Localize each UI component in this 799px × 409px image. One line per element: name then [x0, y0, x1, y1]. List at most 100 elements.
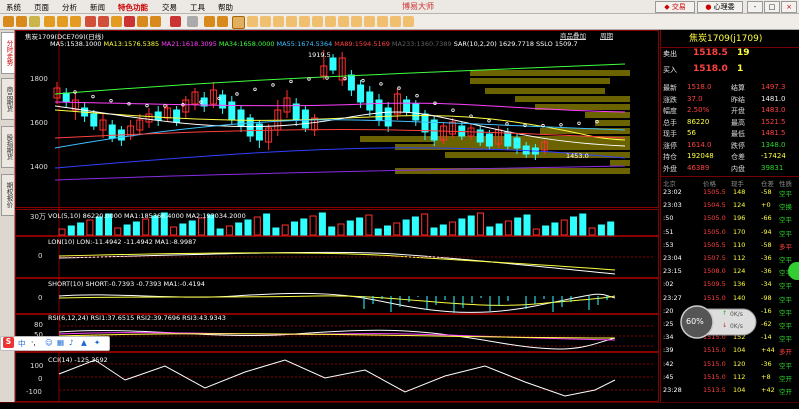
sar-dot [451, 108, 455, 112]
tick-cell: 23:02 [663, 188, 682, 196]
menu-item-tools[interactable]: 工具 [190, 2, 205, 13]
period-9-icon[interactable] [351, 16, 362, 27]
ruler-icon[interactable] [137, 16, 148, 27]
tick-cell: -58 [761, 240, 772, 249]
period-1-icon[interactable] [247, 16, 258, 27]
candle-body [412, 103, 420, 121]
sidebar-tab-timeshare[interactable]: 分时走势 [1, 32, 15, 74]
menu-item-system[interactable]: 系统 [6, 2, 21, 13]
volume-bar [551, 222, 559, 236]
ime-settings-icon[interactable]: ✦ [94, 338, 100, 347]
tick-cell: 110 [733, 240, 746, 249]
period-7-icon[interactable] [325, 16, 336, 27]
candle-body [219, 94, 227, 109]
sar-dot [109, 98, 113, 103]
tab-overlay[interactable]: 商品叠加 [560, 30, 586, 40]
period-12-icon[interactable] [390, 16, 401, 27]
tick-cell: 空开 [779, 374, 792, 383]
sidebar-tab-options[interactable]: 期权报价 [1, 174, 15, 216]
back-icon[interactable] [3, 16, 14, 27]
window-icon[interactable] [217, 16, 228, 27]
menu-item-analysis[interactable]: 分析 [62, 2, 77, 13]
volume-bar [235, 222, 243, 236]
menu-item-page[interactable]: 页面 [34, 2, 49, 13]
period-day-icon[interactable] [232, 16, 245, 29]
chart-icon[interactable] [98, 16, 109, 27]
ime-skin-icon[interactable]: ▲ [81, 338, 87, 347]
period-5-icon[interactable] [299, 16, 310, 27]
tick-row: :45 1515.0 112 +8 空开 [661, 372, 799, 383]
tick-cell: 1504.5 [703, 201, 726, 210]
trade-button[interactable]: ◆ 交易 [655, 1, 695, 13]
home-icon[interactable] [29, 16, 40, 27]
tick-row: :39 1515.0 104 +44 多开 [661, 345, 799, 356]
volume-bar [198, 217, 205, 236]
period-2-icon[interactable] [260, 16, 271, 27]
upload-speed: 0K/s [730, 311, 743, 318]
tick-cell: :51 [663, 227, 674, 236]
period-6-icon[interactable] [312, 16, 323, 27]
period-11-icon[interactable] [377, 16, 388, 27]
grid-icon[interactable] [150, 16, 161, 27]
maximize-button[interactable]: □ [764, 1, 780, 13]
quote-icon[interactable] [44, 16, 55, 27]
ime-toolbar[interactable]: S 中 ·, ☺ ▦ ♪ ▲ ✦ [0, 336, 110, 351]
bid-volume: 1 [737, 64, 744, 74]
vol-indicator-text: VOL(5,10) 86220.0000 MA1:185366.4000 MA2… [48, 212, 246, 220]
period-10-icon[interactable] [364, 16, 375, 27]
period-4-icon[interactable] [286, 16, 297, 27]
login-button[interactable]: ● 心理委 [697, 1, 743, 13]
tick-cell: :45 [663, 372, 674, 381]
volume-bar [67, 225, 75, 236]
volume-bar [291, 221, 298, 236]
tick-cell: :02 [663, 280, 674, 289]
minimize-button[interactable]: - [747, 1, 763, 13]
menu-item-help[interactable]: 帮助 [218, 2, 233, 13]
ma-values: MA5:1538.1000 MA13:1576.5385 MA21:1618.309… [50, 40, 580, 48]
tick-cell: 空换 [779, 203, 792, 212]
ime-logo-icon: S [3, 337, 14, 348]
volume-bar [58, 228, 66, 236]
zoom-out-icon[interactable] [70, 16, 81, 27]
sidebar-tab-index-futures[interactable]: 股指期货 [1, 126, 15, 168]
period-8-icon[interactable] [338, 16, 349, 27]
ma-value: SAR(10,2,20) 1629.7718 [453, 40, 535, 48]
period-13-icon[interactable] [403, 16, 414, 27]
layout-icon[interactable] [204, 16, 215, 27]
volume-bar [439, 224, 447, 236]
quote-stat-cell: 结算 [731, 84, 745, 92]
quote-stat-row: 总手 86220 最高 1521.5 [661, 117, 799, 127]
ime-punct[interactable]: ·, [31, 338, 36, 347]
quote-stat-cell: 最新 [663, 84, 677, 92]
zoom-in-icon[interactable] [57, 16, 68, 27]
ime-voice-icon[interactable]: ♪ [69, 338, 74, 347]
ime-emoji-icon[interactable]: ☺ [45, 338, 53, 347]
forward-icon[interactable] [16, 16, 27, 27]
period-3-icon[interactable] [273, 16, 284, 27]
menu-item-trade[interactable]: 交易 [162, 2, 177, 13]
volume-bar [356, 217, 364, 236]
filter-icon[interactable] [170, 16, 181, 27]
tick-cell: 136 [733, 280, 746, 289]
tick-cell: 23:15 [663, 267, 682, 276]
close-button[interactable]: × [781, 1, 797, 13]
tab-period[interactable]: 周期 [600, 30, 613, 40]
y-label-1400: 1400 [30, 163, 48, 171]
sidebar-tab-commodity-futures[interactable]: 商品期货 [1, 78, 15, 120]
candle-body [357, 84, 365, 103]
menu-item-news[interactable]: 新闻 [90, 2, 105, 13]
side-float-button[interactable] [788, 262, 799, 280]
quote-stat-cell: 1481.0 [761, 94, 786, 103]
volume-bar [86, 219, 94, 236]
ime-keyboard-icon[interactable]: ▦ [57, 338, 64, 347]
search-icon[interactable] [85, 16, 96, 27]
bars-icon[interactable] [111, 16, 122, 27]
cci-indicator-text: CCI(14) -125.3592 [48, 356, 108, 364]
sar-dot [559, 123, 563, 127]
pen-icon[interactable] [124, 16, 135, 27]
menu-item-special[interactable]: 特色功能 [118, 2, 148, 13]
network-speed-widget[interactable]: 60% 0K/s 0K/s ↑ ↓ [680, 305, 760, 339]
upload-arrow-icon: ↑ [722, 310, 728, 317]
ime-lang[interactable]: 中 [18, 338, 26, 349]
volume-bar [421, 213, 429, 236]
